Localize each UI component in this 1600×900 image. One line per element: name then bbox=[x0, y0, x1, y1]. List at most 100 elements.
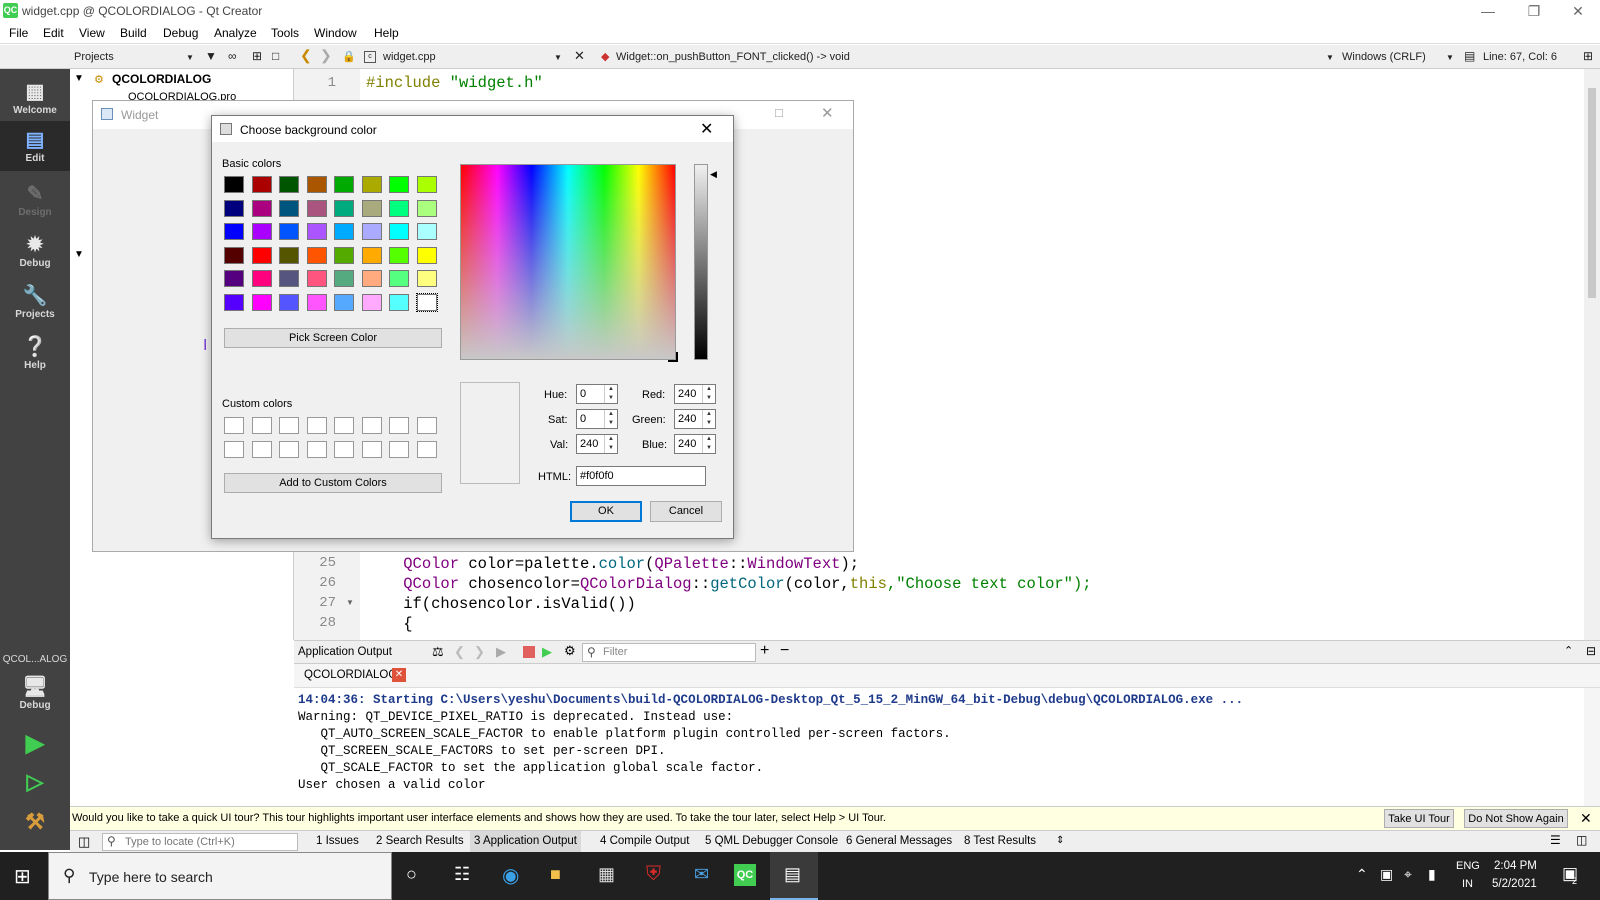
menu-edit[interactable]: Edit bbox=[43, 26, 64, 40]
filter-icon[interactable]: ▼ bbox=[205, 49, 217, 63]
more-tabs-icon[interactable]: ⇕ bbox=[1056, 835, 1064, 846]
mode-projects[interactable]: 🔧 Projects bbox=[0, 283, 70, 327]
close-tab-icon[interactable]: ✕ bbox=[392, 668, 406, 682]
basic-color-swatch[interactable] bbox=[334, 293, 354, 311]
spin-arrows-icon[interactable]: ▲ ▼ bbox=[604, 385, 617, 403]
basic-color-swatch[interactable] bbox=[306, 176, 327, 193]
widget-close-icon[interactable]: ✕ bbox=[821, 104, 834, 122]
wifi-icon[interactable]: ⌖ bbox=[1404, 866, 1412, 883]
battery-icon[interactable]: ▮ bbox=[1428, 866, 1436, 883]
basic-color-swatch[interactable] bbox=[224, 199, 244, 217]
clock-date[interactable]: 5/2/2021 bbox=[1492, 878, 1537, 890]
custom-color-slot[interactable] bbox=[361, 440, 382, 458]
projects-selector[interactable]: Projects bbox=[74, 51, 114, 63]
restore-icon[interactable]: ❐ bbox=[1514, 1, 1554, 21]
basic-color-swatch[interactable] bbox=[224, 270, 244, 287]
progress-details-icon[interactable]: ☰ bbox=[1550, 833, 1561, 847]
meet-now-icon[interactable]: ▣ bbox=[1380, 866, 1393, 883]
clock-time[interactable]: 2:04 PM bbox=[1494, 860, 1537, 872]
custom-color-slot[interactable] bbox=[251, 440, 272, 458]
function-selector[interactable]: Widget::on_pushButton_FONT_clicked() -> … bbox=[616, 51, 850, 63]
close-sidebar-icon[interactable]: □ bbox=[272, 49, 279, 63]
project-root[interactable]: QCOLORDIALOG bbox=[112, 72, 211, 86]
basic-color-swatch[interactable] bbox=[389, 270, 409, 287]
output-scrollbar[interactable] bbox=[1584, 688, 1600, 806]
basic-color-swatch[interactable] bbox=[389, 176, 409, 193]
tab-search-results[interactable]: 2 Search Results bbox=[376, 835, 464, 847]
mode-design[interactable]: ✎ Design bbox=[0, 181, 70, 225]
basic-color-swatch[interactable] bbox=[389, 246, 409, 264]
mcafee-icon[interactable]: ⛨ bbox=[646, 863, 661, 886]
back-icon[interactable]: ❮ bbox=[300, 47, 312, 64]
toggle-sidebar-icon[interactable]: ◫ bbox=[78, 834, 90, 850]
basic-color-swatch[interactable] bbox=[224, 293, 244, 311]
line-ending-dropdown-icon[interactable]: ▼ bbox=[1446, 53, 1454, 62]
menu-view[interactable]: View bbox=[79, 26, 105, 40]
val-spinbox[interactable]: 240 ▲ ▼ bbox=[576, 434, 618, 454]
sat-spinbox[interactable]: 0 ▲ ▼ bbox=[576, 409, 618, 429]
basic-color-swatch[interactable] bbox=[224, 176, 244, 193]
basic-color-swatch[interactable] bbox=[416, 199, 437, 217]
custom-color-slot[interactable] bbox=[389, 417, 409, 434]
custom-color-slot[interactable] bbox=[361, 417, 382, 434]
do-not-show-again-button[interactable]: Do Not Show Again bbox=[1464, 809, 1568, 828]
output-tab[interactable]: QCOLORDIALOG bbox=[304, 669, 397, 681]
file-explorer-icon[interactable]: ■ bbox=[550, 864, 561, 885]
expand-icon[interactable]: ▼ bbox=[74, 73, 84, 84]
next-icon[interactable]: ❯ bbox=[474, 644, 485, 660]
basic-color-swatch[interactable] bbox=[251, 223, 272, 240]
menu-tools[interactable]: Tools bbox=[271, 26, 299, 40]
edge-browser-icon[interactable]: ◉ bbox=[502, 863, 519, 888]
custom-color-slot[interactable] bbox=[279, 417, 299, 434]
close-file-icon[interactable]: ✕ bbox=[574, 48, 585, 64]
menu-debug[interactable]: Debug bbox=[163, 26, 198, 40]
custom-color-slot[interactable] bbox=[334, 440, 354, 458]
tab-test-results[interactable]: 8 Test Results bbox=[964, 835, 1036, 847]
basic-color-swatch[interactable] bbox=[279, 199, 299, 217]
debug-run-icon[interactable]: ▷ bbox=[0, 769, 70, 799]
store-icon[interactable]: ▦ bbox=[598, 864, 615, 885]
menu-window[interactable]: Window bbox=[314, 26, 357, 40]
basic-color-swatch[interactable] bbox=[279, 246, 299, 264]
qt-creator-taskbar-icon[interactable]: QC bbox=[734, 864, 756, 886]
basic-color-swatch[interactable] bbox=[361, 176, 382, 193]
menu-analyze[interactable]: Analyze bbox=[214, 26, 257, 40]
language-indicator[interactable]: ENG bbox=[1456, 860, 1480, 872]
basic-color-swatch[interactable] bbox=[334, 199, 354, 217]
spin-arrows-icon[interactable]: ▲ ▼ bbox=[702, 435, 715, 453]
tab-application-output[interactable]: 3 Application Output bbox=[470, 831, 581, 853]
mode-debug[interactable]: ✹ Debug bbox=[0, 232, 70, 276]
cortana-icon[interactable]: ○ bbox=[406, 864, 417, 885]
close-pane-icon[interactable]: ⊟ bbox=[1586, 644, 1596, 658]
add-icon[interactable]: + bbox=[760, 642, 769, 660]
mode-welcome[interactable]: ▦ Welcome bbox=[0, 79, 70, 123]
cursor-position[interactable]: Line: 67, Col: 6 bbox=[1483, 51, 1557, 63]
line-ending-selector[interactable]: Windows (CRLF) bbox=[1342, 51, 1426, 63]
slider-arrow-icon[interactable]: ◀ bbox=[710, 169, 717, 180]
custom-color-slot[interactable] bbox=[306, 440, 327, 458]
minimize-icon[interactable]: — bbox=[1468, 1, 1508, 21]
spin-arrows-icon[interactable]: ▲ ▼ bbox=[702, 410, 715, 428]
html-input[interactable]: #f0f0f0 bbox=[576, 466, 706, 486]
close-banner-icon[interactable]: ✕ bbox=[1580, 810, 1592, 827]
basic-color-swatch[interactable] bbox=[279, 176, 299, 193]
basic-color-swatch[interactable] bbox=[251, 199, 272, 217]
hue-saturation-picker[interactable] bbox=[460, 164, 676, 360]
custom-color-slot[interactable] bbox=[389, 440, 409, 458]
filter-input[interactable]: ⚲ Filter bbox=[582, 643, 756, 662]
open-file-name[interactable]: widget.cpp bbox=[383, 51, 436, 63]
basic-color-swatch[interactable] bbox=[361, 199, 382, 217]
basic-color-swatch[interactable] bbox=[251, 176, 272, 193]
basic-color-swatch[interactable] bbox=[334, 223, 354, 240]
attach-debugger-icon[interactable]: ▶ bbox=[542, 644, 552, 660]
active-app-taskbar-button[interactable]: ▤ bbox=[770, 852, 818, 900]
basic-color-swatch[interactable] bbox=[251, 270, 272, 287]
maximize-pane-icon[interactable]: ⌃ bbox=[1564, 644, 1573, 657]
basic-color-swatch[interactable] bbox=[334, 246, 354, 264]
custom-color-slot[interactable] bbox=[224, 440, 244, 458]
basic-color-swatch[interactable] bbox=[334, 270, 354, 287]
rerun-icon[interactable]: ▶ bbox=[496, 644, 506, 660]
cancel-button[interactable]: Cancel bbox=[650, 501, 722, 522]
locator-input[interactable]: ⚲ Type to locate (Ctrl+K) bbox=[102, 833, 298, 851]
link-icon[interactable]: ∞ bbox=[228, 49, 237, 63]
